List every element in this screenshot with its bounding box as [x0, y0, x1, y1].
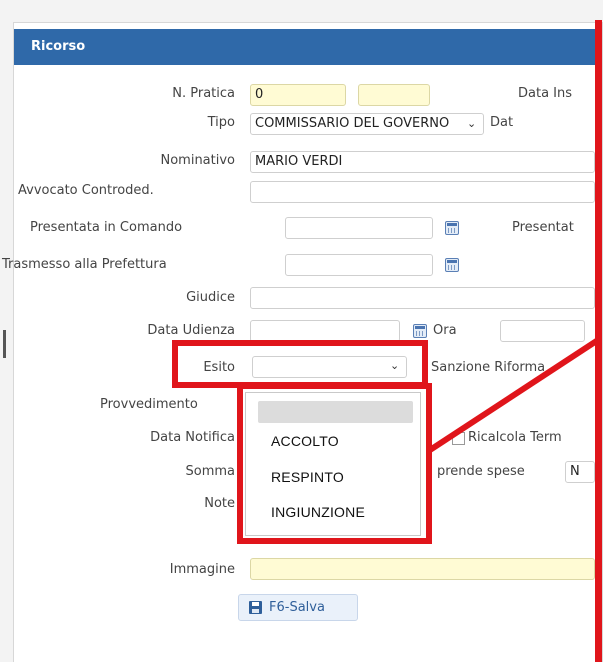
save-button-label: F6-Salva — [269, 600, 325, 615]
avvocato-input[interactable] — [250, 181, 595, 203]
ora-input[interactable] — [500, 320, 585, 342]
nominativo-input[interactable]: MARIO VERDI — [250, 151, 595, 173]
note-label: Note — [204, 496, 235, 511]
presentata-label: Presentat — [512, 220, 574, 235]
sanzione-riforma-label: Sanzione Riforma — [431, 360, 546, 375]
immagine-input[interactable] — [250, 558, 595, 580]
prende-spese-label: prende spese — [437, 464, 525, 479]
tipo-select-value: COMMISSARIO DEL GOVERNO — [255, 116, 450, 131]
chevron-down-icon: ⌄ — [467, 117, 477, 130]
esito-highlight-box — [172, 340, 428, 388]
ora-label: Ora — [433, 323, 457, 338]
prende-spese-input[interactable]: N — [565, 461, 595, 483]
n-pratica-label: N. Pratica — [172, 86, 235, 101]
presentata-comando-input[interactable] — [285, 217, 433, 239]
immagine-label: Immagine — [169, 562, 235, 577]
calendar-icon[interactable] — [445, 221, 459, 235]
provvedimento-label: Provvedimento — [100, 397, 198, 412]
data-ins-label: Data Ins — [518, 86, 573, 101]
calendar-icon[interactable] — [445, 258, 459, 272]
data-udienza-label: Data Udienza — [147, 323, 235, 338]
annotation-vertical-bar — [595, 20, 602, 662]
giudice-input[interactable] — [250, 287, 595, 309]
trasmesso-input[interactable] — [285, 254, 433, 276]
giudice-label: Giudice — [186, 290, 235, 305]
save-button[interactable]: F6-Salva — [238, 594, 358, 621]
floppy-disk-icon — [249, 601, 262, 614]
n-pratica-input[interactable]: 0 — [250, 84, 346, 106]
nominativo-label: Nominativo — [160, 153, 235, 168]
somma-label: Somma — [185, 464, 236, 479]
ricalcola-checkbox[interactable] — [452, 432, 465, 445]
presentata-comando-label: Presentata in Comando — [30, 220, 183, 235]
tipo-select[interactable]: COMMISSARIO DEL GOVERNO — [250, 113, 484, 135]
data-notifica-label: Data Notifica — [150, 430, 235, 445]
tipo-label: Tipo — [207, 115, 235, 130]
window-edge — [3, 330, 6, 358]
trasmesso-label: Trasmesso alla Prefettura — [2, 257, 167, 272]
dat-label: Dat — [490, 115, 514, 130]
ricalcola-label: Ricalcola Term — [468, 430, 562, 445]
dropdown-highlight-box — [237, 383, 432, 544]
avvocato-label: Avvocato Controded. — [18, 183, 154, 198]
panel-title: Ricorso — [14, 29, 602, 65]
calendar-icon[interactable] — [413, 324, 427, 338]
data-udienza-input[interactable] — [250, 320, 400, 342]
n-pratica-year-input[interactable] — [358, 84, 430, 106]
